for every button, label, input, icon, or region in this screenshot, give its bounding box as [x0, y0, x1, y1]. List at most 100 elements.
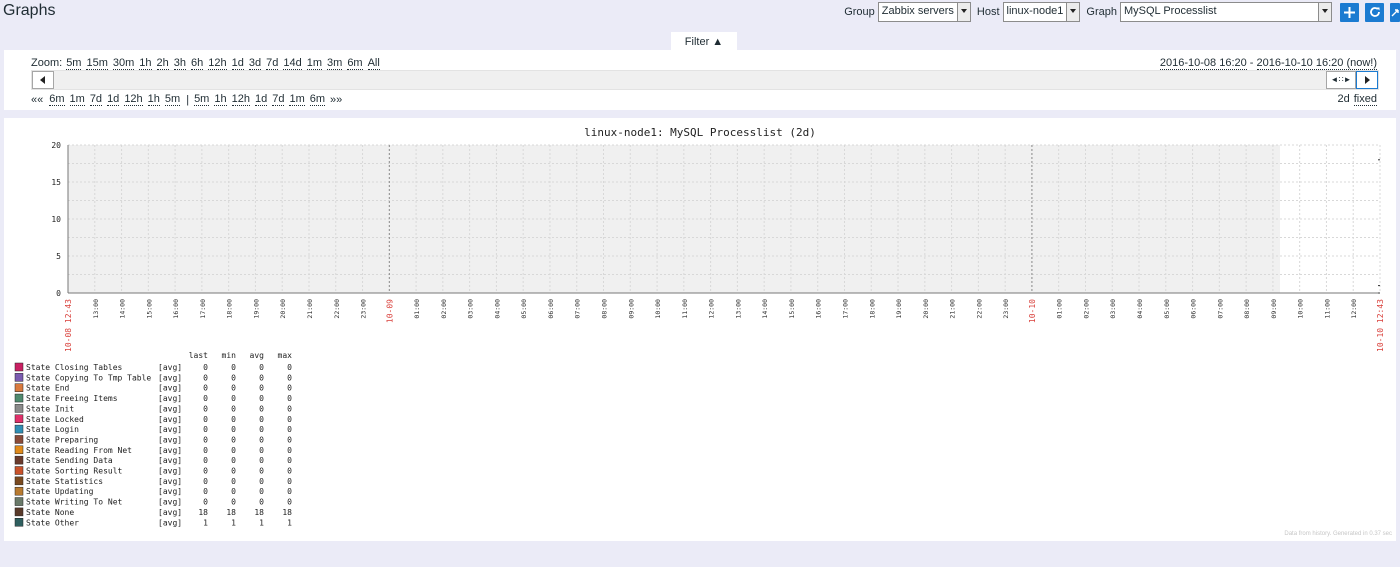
- back-option-6m[interactable]: 6m: [49, 93, 65, 106]
- range-from-link[interactable]: 2016-10-08 16:20: [1159, 57, 1247, 70]
- x-tick-label: 03:00: [1109, 299, 1117, 319]
- legend-series-agg: [avg]: [158, 394, 182, 403]
- legend-series-agg: [avg]: [158, 508, 182, 517]
- x-tick-label: 10-08 12:43: [64, 299, 73, 352]
- legend-series-agg: [avg]: [158, 498, 182, 507]
- forward-option-1m[interactable]: 1m: [289, 93, 305, 106]
- zoom-option-15m[interactable]: 15m: [86, 57, 108, 70]
- legend-value-min: 0: [231, 498, 236, 507]
- forward-option-12h[interactable]: 12h: [231, 93, 250, 106]
- back-option-5m[interactable]: 5m: [164, 93, 181, 106]
- x-tick-label: 23:00: [360, 299, 368, 319]
- legend-series-name: State Copying To Tmp Table: [26, 373, 151, 382]
- zoom-option-30m[interactable]: 30m: [112, 57, 135, 70]
- legend-series-agg: [avg]: [158, 404, 182, 413]
- zoom-option-1d[interactable]: 1d: [231, 57, 244, 70]
- legend-value-max: 0: [287, 467, 292, 476]
- legend-series-name: State Init: [26, 404, 74, 413]
- group-select[interactable]: Zabbix servers: [877, 2, 971, 22]
- graph-select[interactable]: MySQL Processlist: [1120, 2, 1332, 22]
- back-option-7d[interactable]: 7d: [89, 93, 103, 106]
- zoom-option-All[interactable]: All: [367, 57, 380, 70]
- legend-value-min: 0: [231, 477, 236, 486]
- legend-value-max: 0: [287, 456, 292, 465]
- add-to-favorites-button[interactable]: [1340, 2, 1359, 22]
- graph-select-value: MySQL Processlist: [1124, 5, 1217, 17]
- range-to-link[interactable]: 2016-10-10 16:20 (now!): [1256, 57, 1377, 70]
- scroll-thumb[interactable]: ◄∷►: [1326, 71, 1356, 89]
- x-tick-label: 04:00: [493, 299, 501, 319]
- x-tick-label: 05:00: [1163, 299, 1171, 319]
- legend-swatch: [14, 414, 24, 423]
- zoom-option-1h[interactable]: 1h: [139, 57, 152, 70]
- refresh-button[interactable]: [1365, 2, 1384, 22]
- x-tick-label: 18:00: [226, 299, 234, 319]
- x-tick-label: 17:00: [199, 299, 207, 319]
- legend-header-min: min: [222, 351, 237, 360]
- forward-option-1d[interactable]: 1d: [254, 93, 268, 106]
- page-title: Graphs: [3, 2, 56, 19]
- fullscreen-button[interactable]: [1390, 2, 1400, 22]
- zoom-option-6m[interactable]: 6m: [347, 57, 363, 70]
- zoom-option-3m[interactable]: 3m: [327, 57, 343, 70]
- refresh-icon: [1369, 7, 1380, 17]
- x-tick-label: 20:00: [922, 299, 930, 319]
- scroll-left-button[interactable]: [32, 71, 54, 89]
- legend-swatch: [14, 393, 24, 403]
- scroll-right-button[interactable]: [1356, 71, 1378, 89]
- legend-series-name: State Other: [26, 518, 79, 527]
- x-tick-label: 06:00: [1190, 299, 1198, 319]
- legend-series-agg: [avg]: [158, 415, 182, 424]
- forward-option-6m[interactable]: 6m: [309, 93, 326, 106]
- legend-value-avg: 0: [259, 415, 264, 424]
- zoom-option-12h[interactable]: 12h: [208, 57, 227, 70]
- legend-value-min: 0: [231, 415, 236, 424]
- x-tick-label: 11:00: [681, 299, 689, 319]
- legend-value-avg: 0: [259, 456, 264, 465]
- legend-series-name: State Locked: [26, 415, 84, 424]
- back-option-12h[interactable]: 12h: [124, 93, 143, 106]
- legend-value-last: 18: [198, 508, 208, 517]
- legend-value-min: 0: [231, 363, 236, 372]
- legend-value-last: 0: [203, 446, 208, 455]
- zoom-option-14d[interactable]: 14d: [283, 57, 302, 70]
- zoom-option-2h[interactable]: 2h: [156, 57, 169, 70]
- x-tick-label: 10:00: [1297, 299, 1305, 319]
- legend-value-max: 1: [287, 518, 292, 527]
- legend-series-agg: [avg]: [158, 487, 182, 496]
- back-option-1d[interactable]: 1d: [107, 93, 120, 106]
- fullscreen-icon: [1391, 9, 1399, 17]
- y-tick-label: 10: [51, 215, 61, 224]
- legend-value-min: 0: [231, 467, 236, 476]
- legend-series-agg: [avg]: [158, 373, 182, 382]
- legend-swatch: [14, 486, 24, 496]
- period-divider: |: [186, 93, 190, 106]
- fixed-toggle-link[interactable]: fixed: [1353, 93, 1377, 106]
- y-tick-label: 15: [51, 178, 61, 187]
- filter-toggle-tab[interactable]: Filter ▲: [671, 32, 737, 50]
- back-option-1h[interactable]: 1h: [147, 93, 160, 106]
- legend-value-max: 0: [287, 394, 292, 403]
- x-tick-label: 13:00: [92, 299, 100, 319]
- zoom-option-3h[interactable]: 3h: [173, 57, 187, 70]
- zoom-option-6h[interactable]: 6h: [191, 57, 204, 70]
- legend-value-avg: 0: [259, 363, 264, 372]
- forward-option-5m[interactable]: 5m: [194, 93, 210, 106]
- timeline-scrollbar[interactable]: ◄∷►: [31, 70, 1379, 90]
- zoom-option-1m[interactable]: 1m: [306, 57, 323, 70]
- legend-value-avg: 0: [259, 373, 264, 382]
- legend-swatch: [14, 476, 24, 486]
- legend-value-min: 0: [231, 373, 236, 382]
- y-tick-label: 5: [56, 252, 61, 261]
- forward-option-1h[interactable]: 1h: [214, 93, 227, 106]
- legend-value-min: 1: [231, 518, 236, 527]
- back-option-1m[interactable]: 1m: [69, 93, 85, 106]
- zoom-option-5m[interactable]: 5m: [66, 57, 82, 70]
- legend-value-max: 0: [287, 404, 292, 413]
- host-select[interactable]: linux-node1: [1002, 2, 1081, 22]
- zoom-option-7d[interactable]: 7d: [266, 57, 279, 70]
- zoom-option-3d[interactable]: 3d: [248, 57, 262, 70]
- legend-series-agg: [avg]: [158, 435, 182, 444]
- forward-option-7d[interactable]: 7d: [272, 93, 285, 106]
- generation-footnote: Data from history. Generated in 0.37 sec: [1284, 531, 1392, 537]
